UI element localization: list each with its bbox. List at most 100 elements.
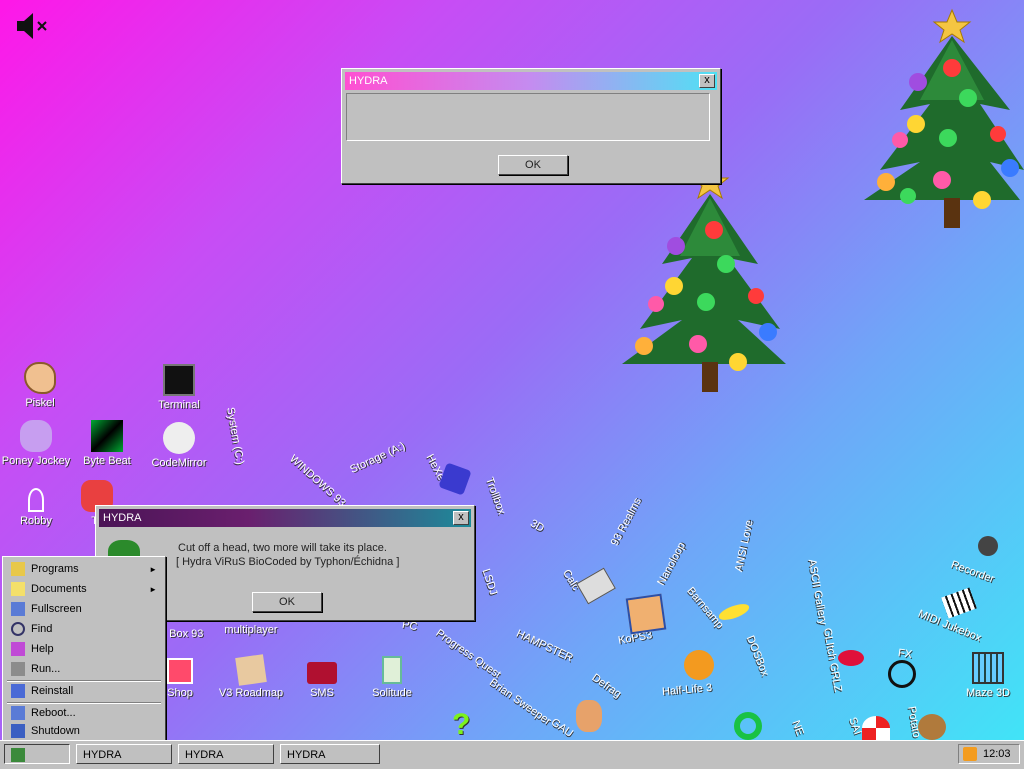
christmas-tree-icon [622, 164, 786, 392]
jar-icon [382, 656, 402, 684]
icon-label: Robby [20, 515, 52, 527]
terminal-icon [163, 364, 195, 396]
menu-item-reinstall[interactable]: Reinstall [5, 681, 163, 701]
banana-icon[interactable] [716, 600, 752, 624]
desktop-icon-sai[interactable]: SAI [846, 716, 863, 737]
menu-item-programs[interactable]: Programs ► [5, 559, 163, 579]
desktop-icon-lsdj[interactable]: LSDJ [480, 567, 500, 596]
hexagon-icon[interactable] [438, 462, 472, 496]
icon-label: Terminal [158, 399, 200, 411]
message-line-1: Cut off a head, two more will take its p… [178, 542, 387, 554]
desktop-icon-fx[interactable]: FX [897, 647, 913, 661]
task-button-hydra[interactable]: HYDRA [280, 744, 380, 764]
face-icon[interactable] [576, 700, 602, 732]
icon-label: Shop [167, 687, 193, 699]
desktop-icon-trollbox[interactable]: Trollbox [483, 476, 508, 516]
ok-button[interactable]: OK [252, 592, 322, 612]
message-line-2: [ Hydra ViRuS BioCoded by Typhon/Échidna… [176, 556, 400, 568]
desktop-icon-progress-quest[interactable]: Progress Quest [433, 627, 502, 681]
menu-item-label: Reboot... [31, 707, 76, 719]
menu-item-label: Fullscreen [31, 603, 82, 615]
hydra-dialog-top[interactable]: HYDRA x OK [341, 68, 721, 184]
desktop-icon-recorder[interactable]: Recorder [949, 559, 996, 586]
close-button[interactable]: x [453, 511, 469, 525]
menu-item-find[interactable]: Find [5, 619, 163, 639]
half-life-icon[interactable] [684, 650, 714, 680]
desktop-icon-ansi-love[interactable]: ANSI Love [733, 519, 756, 573]
menu-item-label: Find [31, 623, 53, 635]
desktop-icon-robby[interactable]: Robby [0, 488, 72, 527]
question-icon[interactable]: ? [452, 708, 470, 740]
gift-icon [167, 658, 193, 684]
desktop-icon-byte-beat[interactable]: Byte Beat [71, 420, 143, 467]
desktop-icon-barnsamp[interactable]: Barnsamp [684, 585, 725, 631]
computer-icon [11, 602, 25, 616]
icon-label: V3 Roadmap [218, 687, 284, 699]
desktop-icon-v3-roadmap[interactable]: V3 Roadmap [214, 654, 288, 699]
icon-label: Solitude [372, 687, 412, 699]
desktop-icon-brian-sweeper[interactable]: Brian Sweeper [487, 676, 553, 727]
desktop-icon-poney-jockey[interactable]: Poney Jockey [0, 420, 72, 467]
desktop-icon-93-realms[interactable]: 93 Realms [609, 496, 644, 548]
desktop-icon-box93[interactable]: d Box 93 [160, 628, 210, 640]
start-menu[interactable]: Programs ► Documents ► Fullscreen Find H… [2, 556, 166, 740]
desktop-icon-sms[interactable]: SMS [286, 656, 358, 699]
menu-item-run[interactable]: Run... [5, 659, 163, 679]
ok-button[interactable]: OK [498, 155, 568, 175]
desktop-icon-ascii-gallery[interactable]: ASCII Gallery [806, 558, 829, 626]
desktop-icon-ne[interactable]: NE [789, 719, 806, 737]
portrait-icon[interactable] [625, 593, 667, 635]
keyboard-icon[interactable] [576, 567, 616, 605]
desktop-icon-shop[interactable]: Shop [160, 658, 200, 699]
desktop-icon-defrag[interactable]: Defrag [590, 672, 624, 701]
desktop-icon-storage-a[interactable]: Storage (A:) [348, 440, 407, 476]
icon-label: Byte Beat [83, 455, 131, 467]
piano-icon[interactable] [941, 587, 977, 619]
desktop-icon-nanoloop[interactable]: Nanoloop [655, 540, 688, 587]
lips-icon[interactable] [838, 650, 864, 666]
close-button[interactable]: x [699, 74, 715, 88]
desktop-icon-gau[interactable]: GAU [549, 716, 575, 740]
menu-item-shutdown[interactable]: Shutdown [5, 721, 163, 740]
desktop-icon-system-c[interactable]: System (C:) [224, 406, 246, 465]
dialog-title: HYDRA [103, 512, 142, 524]
desktop-icon-codemirror[interactable]: CodeMirror [143, 422, 215, 469]
rss-icon[interactable] [963, 747, 977, 761]
ball-icon[interactable] [862, 716, 890, 740]
desktop-icon-half-life-3[interactable]: Half-Life 3 [662, 682, 713, 698]
menu-item-help[interactable]: Help [5, 639, 163, 659]
microphone-icon[interactable] [978, 536, 998, 556]
atom-icon[interactable] [888, 660, 916, 688]
clock[interactable]: 12:03 [983, 748, 1011, 760]
menu-item-fullscreen[interactable]: Fullscreen [5, 599, 163, 619]
shutdown-icon [11, 724, 25, 738]
desktop-icon-solitude[interactable]: Solitude [356, 656, 428, 699]
desktop-icon-terminal[interactable]: Terminal [143, 364, 215, 411]
start-button[interactable] [4, 744, 70, 764]
desktop: Piskel Terminal Poney Jockey Byte Beat C… [0, 0, 1024, 740]
title-bar[interactable]: HYDRA x [99, 509, 471, 527]
menu-item-label: Reinstall [31, 685, 74, 697]
title-bar[interactable]: HYDRA x [345, 72, 717, 90]
desktop-icon-3d[interactable]: 3D [528, 517, 546, 534]
menu-item-documents[interactable]: Documents ► [5, 579, 163, 599]
icon-label: SMS [310, 687, 334, 699]
green-ring-icon[interactable] [734, 712, 762, 740]
desktop-icon-maze-3d[interactable]: Maze 3D [952, 652, 1024, 699]
stick-figure-icon [28, 488, 44, 512]
task-button-hydra[interactable]: HYDRA [178, 744, 274, 764]
desktop-icon-windows93[interactable]: WINDOWS 93 [287, 453, 348, 509]
monkey-icon [163, 422, 195, 454]
desktop-icon-hampster[interactable]: HAMPSTER [514, 628, 574, 665]
install-icon [11, 684, 25, 698]
icon-label: d Box 93 [160, 628, 204, 640]
desktop-icon-piskel[interactable]: Piskel [4, 362, 76, 409]
maze-icon [972, 652, 1004, 684]
task-button-hydra[interactable]: HYDRA [76, 744, 172, 764]
menu-item-reboot[interactable]: Reboot... [5, 703, 163, 723]
desktop-icon-dosbox[interactable]: DOSBox [744, 634, 771, 678]
potato-icon[interactable] [918, 714, 946, 740]
speaker-muted-icon[interactable] [14, 10, 54, 42]
icon-label: CodeMirror [151, 457, 207, 469]
menu-item-label: Programs [31, 563, 79, 575]
